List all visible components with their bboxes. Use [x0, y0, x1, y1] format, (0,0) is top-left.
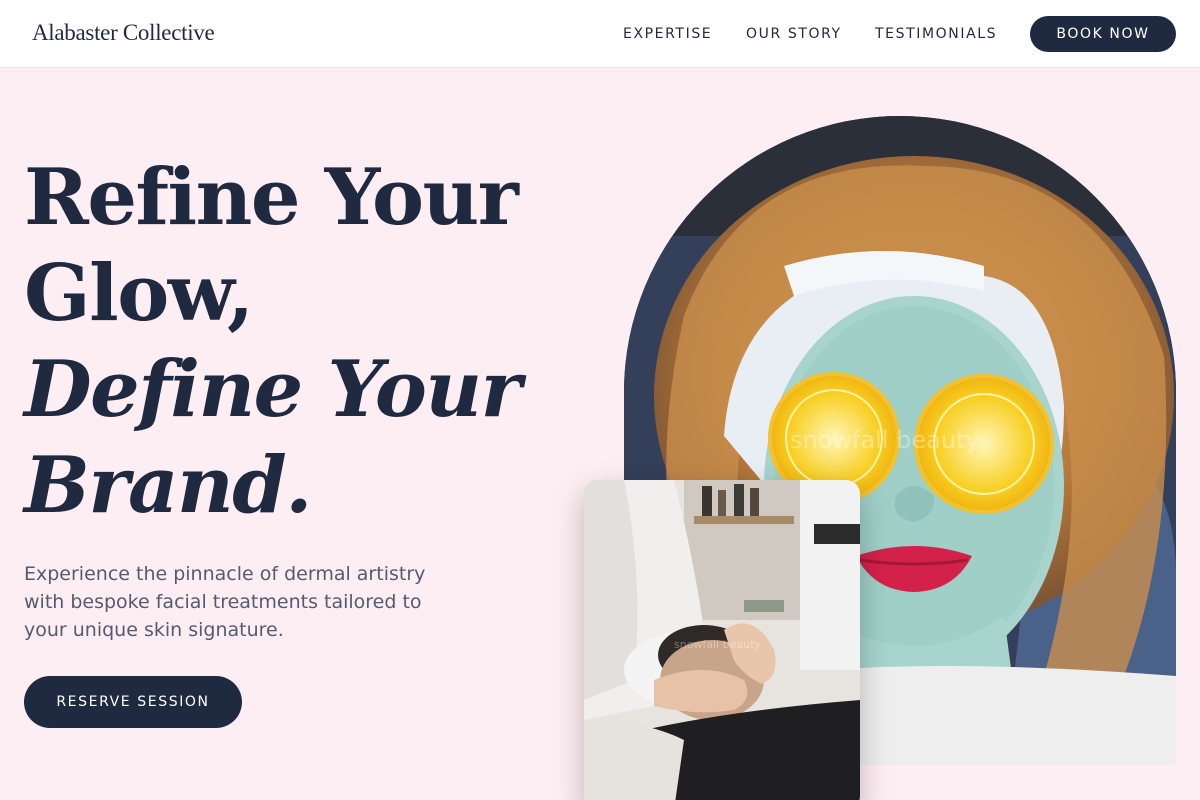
card-image-watermark: snowfall beauty	[674, 638, 761, 651]
headline-line-4: Brand.	[24, 440, 312, 531]
hero-headline: Refine Your Glow, Define Your Brand.	[24, 150, 584, 534]
treatment-card-image: snowfall beauty	[584, 480, 860, 800]
headline-line-3: Define Your	[24, 344, 522, 435]
nav-link-testimonials[interactable]: TESTIMONIALS	[875, 26, 997, 42]
headline-line-1: Refine Your	[24, 152, 519, 243]
main-image-watermark: snowfall beauty	[790, 426, 980, 454]
nav-link-expertise[interactable]: EXPERTISE	[623, 26, 712, 42]
hero-subtext: Experience the pinnacle of dermal artist…	[24, 563, 426, 641]
book-now-button[interactable]: BOOK NOW	[1030, 16, 1176, 52]
reserve-session-button[interactable]: RESERVE SESSION	[24, 676, 242, 728]
logo[interactable]: Alabaster Collective	[32, 20, 215, 46]
nav-link-our-story[interactable]: OUR STORY	[746, 26, 842, 42]
site-header: Alabaster Collective EXPERTISE OUR STORY…	[0, 0, 1200, 68]
headline-line-2: Glow,	[24, 248, 254, 339]
